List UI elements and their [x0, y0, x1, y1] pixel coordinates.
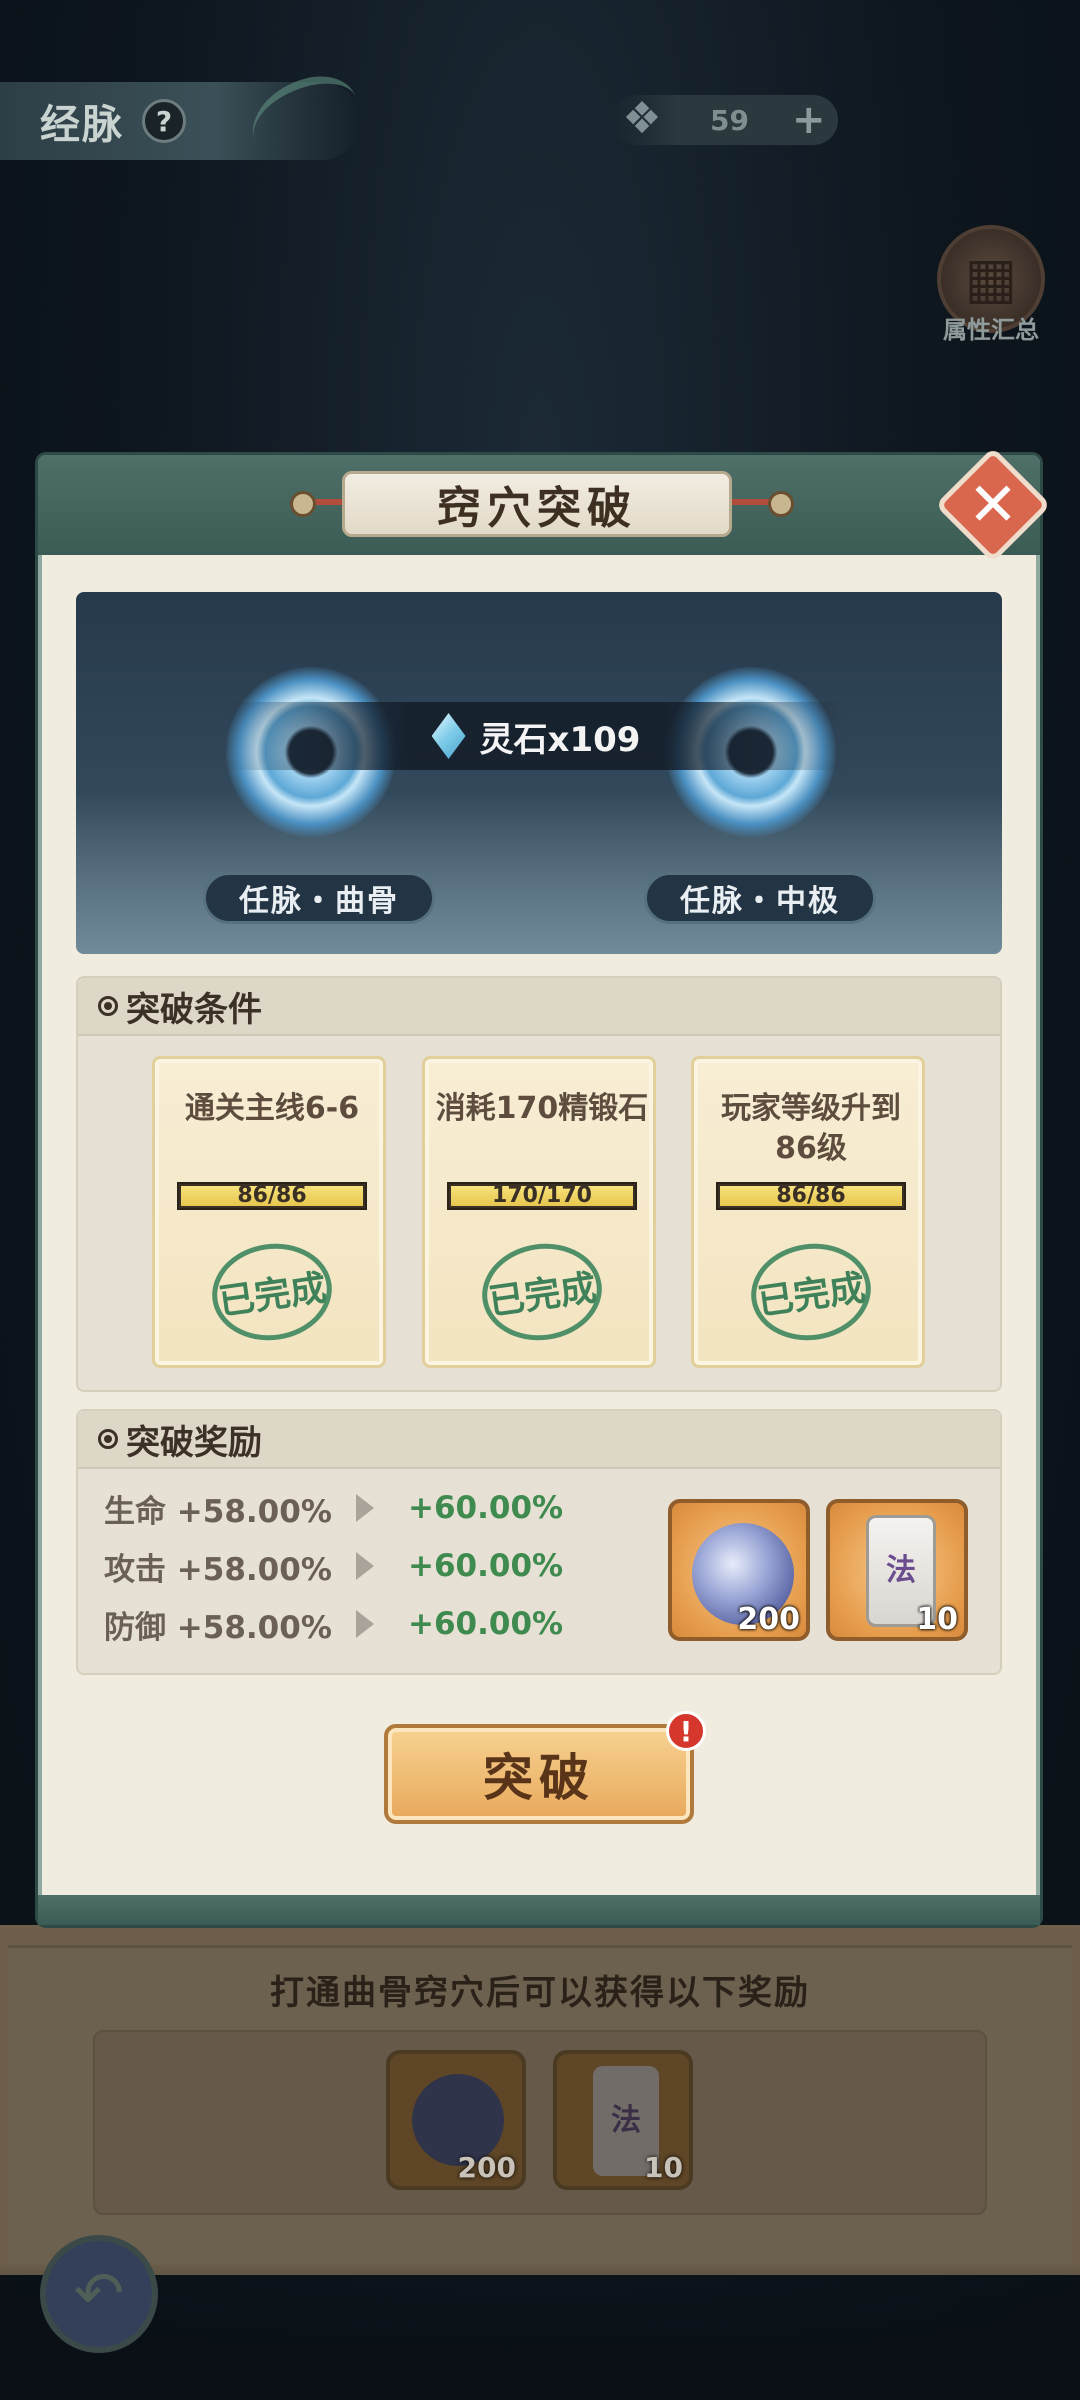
spirit-stone-icon	[431, 713, 466, 759]
unlock-reward-box	[93, 2030, 987, 2215]
stat-row-defense: 防御 +58.00% +60.00%	[104, 1599, 563, 1649]
conditions-header: 突破条件	[78, 978, 1000, 1036]
stat-next: +60.00%	[408, 1490, 564, 1526]
bullet-icon	[98, 996, 118, 1016]
stat-row-attack: 攻击 +58.00% +60.00%	[104, 1541, 563, 1591]
dialog-title: 窍穴突破	[342, 471, 732, 537]
next-acupoint-label: 任脉・中极	[644, 872, 876, 924]
unlock-reward-hint: 打通曲骨窍穴后可以获得以下奖励	[270, 1973, 810, 2013]
back-arrow-icon: ↶	[73, 2259, 125, 2329]
reward-item[interactable]: 法 10	[826, 1499, 968, 1641]
attribute-summary-label: 属性汇总	[943, 316, 1039, 344]
breakthrough-cost: 灵石x109	[226, 702, 846, 770]
item-count: 10	[644, 2151, 683, 2184]
cost-label: 灵石x109	[479, 719, 641, 760]
arrow-right-icon	[356, 1610, 374, 1638]
condition-progress: 170/170	[447, 1182, 637, 1210]
completed-stamp: 已完成	[205, 1236, 339, 1348]
arrow-right-icon	[356, 1494, 374, 1522]
item-count: 200	[737, 1602, 800, 1637]
page-title: 经脉	[40, 102, 124, 148]
stat-next: +60.00%	[408, 1606, 564, 1642]
energy-value: 59	[710, 103, 749, 137]
acupoint-scene: 灵石x109 任脉・曲骨 任脉・中极	[76, 592, 1002, 954]
condition-card: 消耗170精锻石 170/170 已完成	[422, 1056, 656, 1368]
energy-counter: ❖ 59 +	[612, 93, 838, 145]
alert-badge: !	[666, 1711, 706, 1751]
attribute-summary-button[interactable]: ▦ 属性汇总	[935, 225, 1047, 355]
completed-stamp: 已完成	[744, 1236, 878, 1348]
stat-next: +60.00%	[408, 1548, 564, 1584]
rewards-section: 突破奖励 生命 +58.00% +60.00% 攻击 +58.00% +60.0…	[76, 1409, 1002, 1675]
unlock-reward-item[interactable]: 法 10	[553, 2050, 693, 2190]
condition-text: 玩家等级升到86级	[721, 1091, 901, 1166]
progress-label: 170/170	[492, 1183, 592, 1208]
close-icon: ✕	[967, 470, 1019, 540]
condition-text: 通关主线6-6	[184, 1091, 360, 1126]
condition-progress: 86/86	[177, 1182, 367, 1210]
breakthrough-button[interactable]: 突破	[384, 1724, 694, 1824]
breakthrough-dialog: 窍穴突破 ✕ 灵石x109 任脉・曲骨 任脉・中极 突破条件 通关主线6-6 8…	[38, 447, 1051, 1925]
reward-item[interactable]: 200	[668, 1499, 810, 1641]
unlock-reward-item[interactable]: 200	[386, 2050, 526, 2190]
arrow-right-icon	[356, 1552, 374, 1580]
conditions-section: 突破条件 通关主线6-6 86/86 已完成 消耗170精锻石 170/170 …	[76, 976, 1002, 1392]
add-energy-button[interactable]: +	[792, 97, 826, 143]
completed-stamp: 已完成	[475, 1236, 609, 1348]
progress-label: 86/86	[237, 1183, 307, 1208]
fish-icon: ❖	[622, 93, 662, 144]
condition-progress: 86/86	[716, 1182, 906, 1210]
condition-card: 通关主线6-6 86/86 已完成	[152, 1056, 386, 1368]
help-icon[interactable]: ?	[142, 99, 186, 143]
stat-current: 生命 +58.00%	[104, 1493, 332, 1530]
stat-current: 攻击 +58.00%	[104, 1551, 332, 1588]
progress-label: 86/86	[776, 1183, 846, 1208]
item-count: 10	[916, 1602, 958, 1637]
stat-row-hp: 生命 +58.00% +60.00%	[104, 1483, 563, 1533]
bullet-icon	[98, 1429, 118, 1449]
stat-current: 防御 +58.00%	[104, 1609, 332, 1646]
condition-text: 消耗170精锻石	[435, 1091, 649, 1126]
current-acupoint-label: 任脉・曲骨	[203, 872, 435, 924]
back-button[interactable]: ↶	[40, 2235, 158, 2353]
condition-card: 玩家等级升到86级 86/86 已完成	[691, 1056, 925, 1368]
item-count: 200	[457, 2151, 516, 2184]
rewards-header: 突破奖励	[78, 1411, 1000, 1469]
